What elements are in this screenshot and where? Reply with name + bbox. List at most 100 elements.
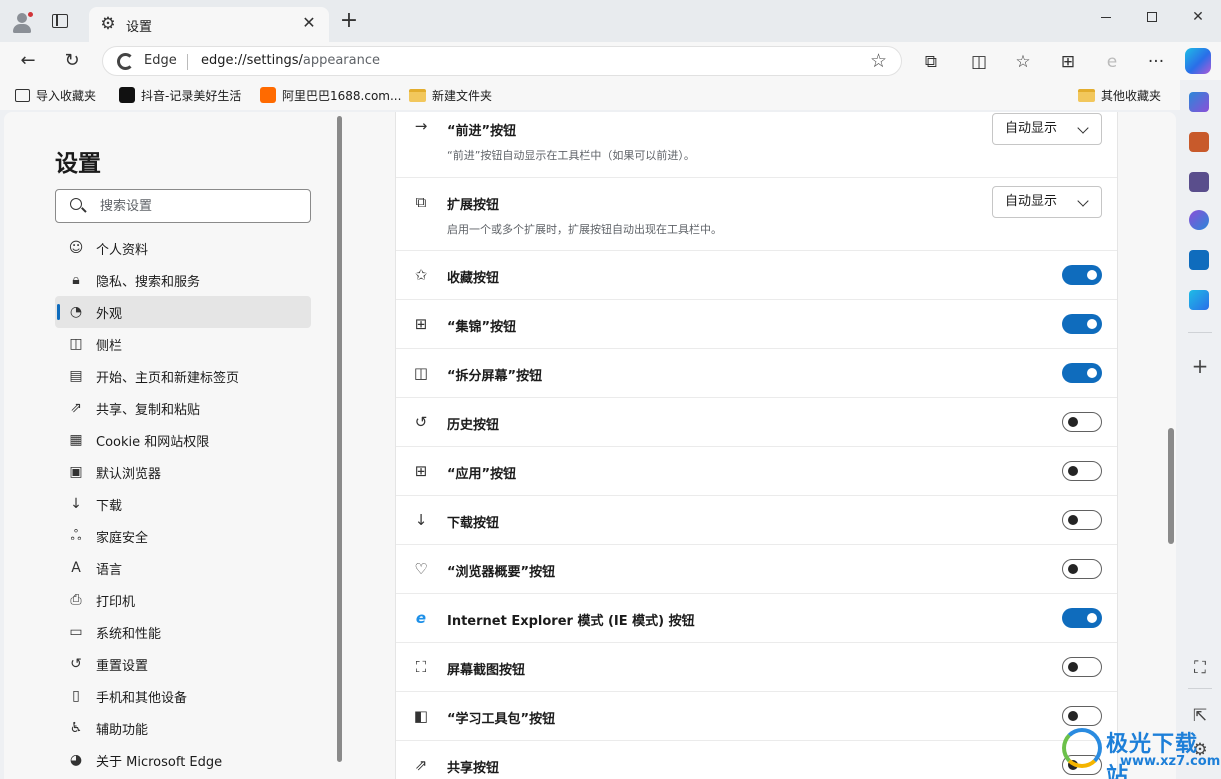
setting-row-screenshot: ⛶ 屏幕截图按钮	[396, 643, 1117, 692]
ie-mode-icon[interactable]: e	[1100, 50, 1124, 74]
watermark-logo: 极光下载站 www.xz7.com	[1060, 724, 1220, 779]
minimize-button[interactable]	[1083, 4, 1129, 32]
lock-icon: 🔒︎	[72, 272, 80, 288]
search-box[interactable]	[55, 189, 311, 223]
tab-settings[interactable]: ⚙ 设置 ✕	[89, 7, 329, 42]
favorites-icon[interactable]: ☆	[1011, 50, 1035, 74]
toolbox-icon[interactable]	[1189, 132, 1209, 152]
sidebar-item-family[interactable]: ஃ 家庭安全	[55, 520, 311, 552]
setting-row-favorites: ✩ 收藏按钮	[396, 251, 1117, 300]
download-icon: ↓	[70, 496, 82, 512]
tab-actions-icon[interactable]	[52, 14, 68, 28]
alibaba-icon	[260, 87, 276, 103]
sidebar-item-reset[interactable]: ↺ 重置设置	[55, 648, 311, 680]
sidebar-item-system[interactable]: ▭ 系统和性能	[55, 616, 311, 648]
sidebar-item-sidebar[interactable]: ◫ 侧栏	[55, 328, 311, 360]
back-button[interactable]: ←	[14, 48, 42, 74]
profile-avatar-icon[interactable]	[10, 10, 34, 34]
language-icon: A	[71, 560, 81, 576]
browser-essentials-toggle[interactable]	[1062, 559, 1102, 579]
setting-row-history: ↺ 历史按钮	[396, 398, 1117, 447]
copilot-icon[interactable]	[1185, 48, 1211, 74]
apps-toggle[interactable]	[1062, 461, 1102, 481]
history-icon: ↺	[414, 413, 428, 431]
split-screen-toggle[interactable]	[1062, 363, 1102, 383]
main-scrollbar[interactable]	[1168, 428, 1174, 544]
favorite-import[interactable]: 导入收藏夹	[15, 86, 96, 104]
favorites-toggle[interactable]	[1062, 265, 1102, 285]
address-bar[interactable]: Edge edge://settings/appearance ☆	[102, 46, 902, 76]
sidebar-item-share-copy[interactable]: ⇗ 共享、复制和粘贴	[55, 392, 311, 424]
favorite-new-folder[interactable]: 新建文件夹	[409, 86, 492, 104]
screenshot-icon[interactable]: ⛶	[1188, 658, 1212, 678]
close-window-button[interactable]: ✕	[1175, 4, 1221, 32]
sidebar-item-cookies[interactable]: ▦ Cookie 和网站权限	[55, 424, 311, 456]
more-menu-icon[interactable]: ···	[1144, 50, 1168, 74]
edge-icon	[117, 53, 134, 70]
setting-label: “学习工具包”按钮	[447, 712, 556, 727]
favorite-douyin[interactable]: 抖音-记录美好生活	[119, 86, 241, 104]
setting-row-downloads: ↓ 下载按钮	[396, 496, 1117, 545]
setting-row-share: ⇗ 共享按钮	[396, 741, 1117, 779]
gear-icon: ⚙	[100, 14, 116, 34]
address-divider	[187, 54, 188, 70]
tab-close-button[interactable]: ✕	[299, 13, 319, 32]
collections-toggle[interactable]	[1062, 314, 1102, 334]
setting-row-learning-toolkit: ◧ “学习工具包”按钮	[396, 692, 1117, 741]
screenshot-toggle[interactable]	[1062, 657, 1102, 677]
favorite-1688[interactable]: 阿里巴巴1688.com...	[260, 86, 401, 104]
outlook-icon[interactable]	[1189, 250, 1209, 270]
extensions-visibility-dropdown[interactable]: 自动显示	[992, 186, 1102, 218]
setting-row-split-screen: ◫ “拆分屏幕”按钮	[396, 349, 1117, 398]
url-text[interactable]: edge://settings/appearance	[201, 53, 380, 68]
settings-main: → “前进”按钮 “前进”按钮自动显示在工具栏中（如果可以前进）。 自动显示 ⧉…	[345, 112, 1176, 779]
shopping-tag-icon[interactable]	[1189, 92, 1209, 112]
cookie-icon: ▦	[69, 432, 83, 448]
favorite-other-folder[interactable]: 其他收藏夹	[1078, 86, 1161, 104]
settings-page: 设置 ☺个人资料 🔒︎隐私、搜索和服务 ◔外观 ◫侧栏 ▤开始、主页和新建标签页…	[4, 112, 1176, 779]
search-input[interactable]	[100, 196, 300, 216]
sidebar-item-appearance[interactable]: ◔ 外观	[55, 296, 311, 328]
microsoft365-icon[interactable]	[1189, 210, 1209, 230]
forward-arrow-icon: →	[414, 117, 428, 135]
split-screen-icon[interactable]: ◫	[967, 50, 991, 74]
maximize-button[interactable]	[1129, 4, 1175, 32]
sidebar-item-languages[interactable]: A 语言	[55, 552, 311, 584]
history-toggle[interactable]	[1062, 412, 1102, 432]
sidebar-item-accessibility[interactable]: ♿︎ 辅助功能	[55, 712, 311, 744]
ie-mode-toggle[interactable]	[1062, 608, 1102, 628]
palette-icon: ◔	[69, 304, 83, 320]
sidebar-item-start-home[interactable]: ▤ 开始、主页和新建标签页	[55, 360, 311, 392]
sidebar-item-printers[interactable]: ⎙ 打印机	[55, 584, 311, 616]
collections-icon[interactable]: ⊞	[1056, 50, 1080, 74]
tiktok-icon	[119, 87, 135, 103]
games-icon[interactable]	[1189, 172, 1209, 192]
sidebar-item-profile[interactable]: ☺ 个人资料	[55, 232, 311, 264]
favorite-star-icon[interactable]: ☆	[870, 50, 887, 72]
extensions-icon: ⧉	[415, 193, 427, 211]
sidebar-item-about[interactable]: ◕ 关于 Microsoft Edge	[55, 744, 311, 776]
extensions-icon[interactable]: ⧉	[919, 50, 943, 74]
collections-icon: ⊞	[414, 315, 428, 333]
downloads-toggle[interactable]	[1062, 510, 1102, 530]
sidebar-item-default-browser[interactable]: ▣ 默认浏览器	[55, 456, 311, 488]
open-external-icon[interactable]: ⇱	[1188, 706, 1212, 726]
download-icon: ↓	[414, 511, 428, 529]
share-icon: ⇗	[70, 400, 82, 416]
sidebar-item-downloads[interactable]: ↓ 下载	[55, 488, 311, 520]
forward-visibility-dropdown[interactable]: 自动显示	[992, 113, 1102, 145]
edge-icon: ◕	[69, 752, 83, 768]
ie-icon: e	[415, 609, 427, 627]
folder-icon	[409, 88, 426, 102]
nav-scrollbar[interactable]	[337, 116, 342, 762]
send-icon[interactable]	[1189, 290, 1209, 310]
new-tab-button[interactable]: +	[338, 10, 360, 32]
sidebar-item-phone[interactable]: ▯ 手机和其他设备	[55, 680, 311, 712]
learning-toolkit-toggle[interactable]	[1062, 706, 1102, 726]
browser-icon: ▣	[69, 464, 83, 480]
sidebar-item-privacy[interactable]: 🔒︎ 隐私、搜索和服务	[55, 264, 311, 296]
search-icon	[70, 198, 82, 210]
add-icon[interactable]: +	[1188, 354, 1212, 378]
refresh-button[interactable]: ↻	[58, 48, 86, 74]
folder-icon	[1078, 88, 1095, 102]
